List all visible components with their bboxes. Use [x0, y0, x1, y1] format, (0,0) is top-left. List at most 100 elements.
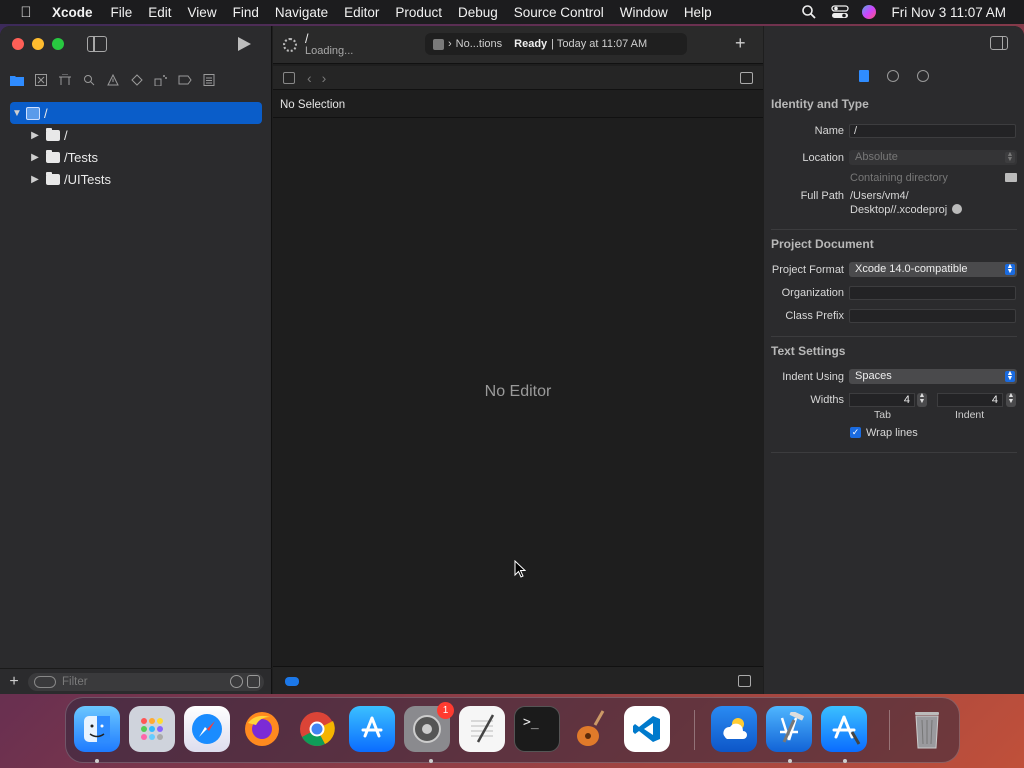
safari-icon[interactable] [184, 706, 230, 752]
xcode-hammer-icon[interactable] [766, 706, 812, 752]
menu-find[interactable]: Find [233, 5, 269, 20]
tree-row-tests-folder[interactable]: ▶ /Tests [10, 146, 262, 168]
menu-editor[interactable]: Editor [344, 5, 389, 20]
menu-file[interactable]: File [111, 5, 143, 20]
chrome-icon[interactable] [294, 706, 340, 752]
quick-help-question-icon[interactable] [917, 70, 929, 82]
control-center-icon[interactable] [831, 4, 850, 20]
dock-separator [889, 710, 890, 750]
weather-icon[interactable] [711, 706, 757, 752]
wrap-lines-checkbox[interactable]: ✓ [850, 427, 861, 438]
terminal-icon[interactable]: >_ [514, 706, 560, 752]
history-inspector-clock-icon[interactable] [887, 70, 899, 82]
close-window-button[interactable] [12, 38, 24, 50]
menubar-clock[interactable]: Fri Nov 3 11:07 AM [891, 5, 1006, 20]
menu-view[interactable]: View [188, 5, 227, 20]
toggle-debug-area-icon[interactable] [738, 675, 751, 687]
chevron-right-icon[interactable]: ▶ [28, 130, 42, 141]
issue-navigator-warning-icon[interactable] [106, 73, 120, 87]
mouse-cursor-icon [514, 560, 526, 578]
chevron-right-icon[interactable]: ▶ [28, 152, 42, 163]
app-store-icon[interactable] [349, 706, 395, 752]
forward-arrow-icon[interactable]: › [322, 70, 327, 86]
source-control-filter-icon[interactable] [247, 674, 260, 688]
add-file-button[interactable]: + [0, 673, 28, 691]
breakpoint-navigator-icon[interactable] [178, 73, 192, 87]
menu-app-name[interactable]: Xcode [52, 5, 103, 20]
debug-indicator-icon[interactable] [285, 677, 299, 686]
source-control-navigator-icon[interactable] [34, 73, 48, 87]
spotlight-search-icon[interactable] [801, 4, 817, 20]
siri-icon[interactable] [861, 4, 877, 20]
trash-icon[interactable] [904, 706, 950, 752]
menu-edit[interactable]: Edit [148, 5, 181, 20]
name-field[interactable]: / [849, 124, 1016, 138]
firefox-icon[interactable] [239, 706, 285, 752]
reveal-arrow-icon[interactable] [952, 204, 963, 214]
wrap-lines-label[interactable]: Wrap lines [866, 427, 918, 439]
report-navigator-icon[interactable] [202, 73, 216, 87]
menu-navigate[interactable]: Navigate [275, 5, 338, 20]
test-navigator-diamond-icon[interactable] [130, 73, 144, 87]
finder-icon[interactable] [74, 706, 120, 752]
textedit-icon[interactable] [459, 706, 505, 752]
menu-help[interactable]: Help [684, 5, 722, 20]
tab-width-stepper[interactable]: ▲ ▼ [917, 392, 927, 407]
xcode-window: ▼ / ▶ / ▶ /Tests ▶ /UITests + Filter / L… [0, 26, 1024, 694]
window-controls [12, 38, 64, 50]
system-settings-gear-icon[interactable]: 1 [404, 702, 454, 752]
indent-using-popup[interactable]: Spaces ▲ ▼ [849, 369, 1017, 384]
window-toolbar: / Loading... › No...tions Ready | Today … [273, 26, 763, 64]
chevron-down-icon[interactable]: ▼ [10, 108, 24, 119]
activity-status: Ready [514, 38, 548, 50]
launchpad-icon[interactable] [129, 706, 175, 752]
activity-time: | Today at 11:07 AM [551, 38, 648, 50]
scheme-title[interactable]: / [305, 32, 308, 46]
recent-files-clock-icon[interactable] [230, 674, 243, 688]
folder-icon [46, 149, 60, 163]
tree-label: / [44, 105, 48, 121]
symbol-navigator-icon[interactable] [58, 73, 72, 87]
navigator-filter-input[interactable]: Filter [28, 672, 264, 691]
garageband-guitar-icon[interactable] [569, 706, 615, 752]
location-popup[interactable]: Absolute ▲ ▼ [849, 150, 1017, 165]
back-arrow-icon[interactable]: ‹ [307, 70, 312, 86]
related-items-grid-icon[interactable] [283, 71, 295, 84]
filter-options-icon[interactable] [34, 675, 56, 688]
apple-menu-icon[interactable]:  [0, 4, 52, 21]
add-editor-tab-button[interactable]: + [735, 33, 746, 54]
tree-row-folder[interactable]: ▶ / [10, 124, 262, 146]
menu-window[interactable]: Window [620, 5, 678, 20]
indent-width-stepper[interactable]: ▲ ▼ [1006, 392, 1016, 407]
class-prefix-field[interactable] [849, 309, 1016, 323]
reveal-folder-icon[interactable] [1005, 173, 1017, 182]
debug-navigator-spray-icon[interactable] [154, 73, 168, 87]
menu-product[interactable]: Product [395, 5, 452, 20]
sidebar-toggle-icon[interactable] [87, 36, 107, 52]
divider [771, 229, 1017, 230]
activity-viewer[interactable]: › No...tions Ready | Today at 11:07 AM [425, 33, 687, 55]
project-format-popup[interactable]: Xcode 14.0-compatible ▲ ▼ [849, 262, 1017, 277]
vscode-icon[interactable] [624, 706, 670, 752]
xcode-simulator-icon[interactable] [821, 706, 867, 752]
tab-width-field[interactable]: 4 [849, 393, 915, 407]
terminal-prompt-icon: >_ [523, 715, 539, 730]
minimize-window-button[interactable] [32, 38, 44, 50]
split-editor-icon[interactable] [740, 72, 753, 84]
menu-source-control[interactable]: Source Control [514, 5, 614, 20]
find-navigator-search-icon[interactable] [82, 73, 96, 87]
indent-sublabel: Indent [955, 409, 985, 421]
tree-row-uitests-folder[interactable]: ▶ /UITests [10, 168, 262, 190]
indent-width-field[interactable]: 4 [937, 393, 1003, 407]
project-navigator-folder-icon[interactable] [10, 73, 24, 87]
menu-debug[interactable]: Debug [458, 5, 508, 20]
chevron-right-icon[interactable]: ▶ [28, 174, 42, 185]
zoom-window-button[interactable] [52, 38, 64, 50]
organization-field[interactable] [849, 286, 1016, 300]
tree-label: /UITests [64, 171, 111, 187]
inspector-toggle-icon[interactable] [990, 36, 1008, 50]
file-inspector-icon[interactable] [859, 70, 869, 82]
tree-row-project[interactable]: ▼ / [10, 102, 262, 124]
run-icon[interactable] [238, 37, 251, 51]
run-destination[interactable]: No...tions [456, 38, 502, 50]
